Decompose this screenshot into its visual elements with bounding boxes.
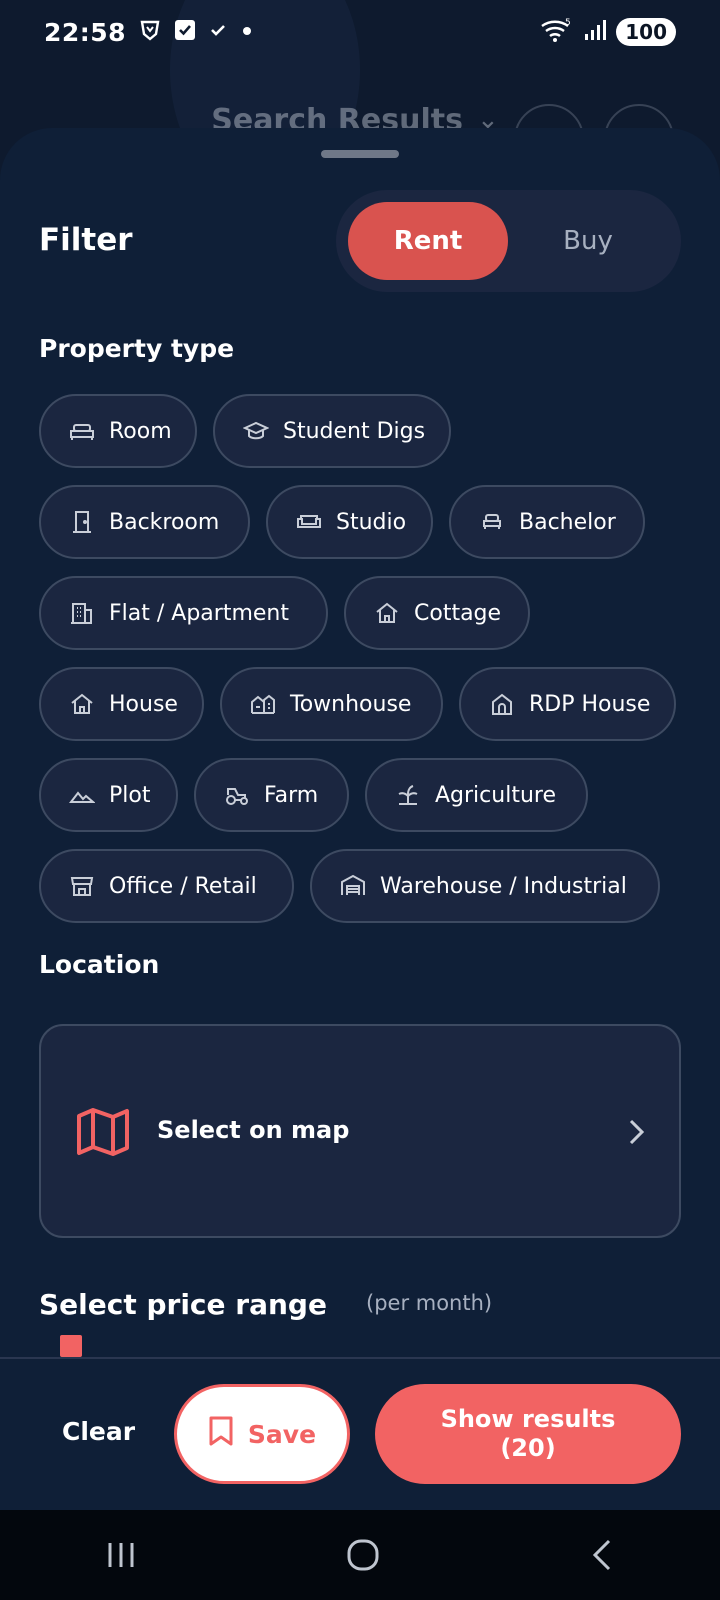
property-chip-plot[interactable]: Plot [39, 758, 178, 832]
property-chip-warehouse-industrial[interactable]: Warehouse / Industrial [310, 849, 660, 923]
navigation-bar [0, 1510, 720, 1600]
plant-icon [395, 782, 421, 808]
chip-label: Agriculture [435, 782, 556, 808]
property-chip-house[interactable]: House [39, 667, 204, 741]
status-bar: 22:58 5 100 [0, 0, 720, 64]
chip-label: Room [109, 418, 172, 444]
back-icon[interactable] [589, 1538, 615, 1572]
filter-sheet: Filter Rent Buy Property type Room Stude… [0, 128, 720, 1510]
battery-indicator: 100 [616, 18, 676, 46]
check-icon [208, 20, 228, 44]
property-chip-student-digs[interactable]: Student Digs [213, 394, 451, 468]
chevron-right-icon [621, 1115, 651, 1149]
door-icon [69, 509, 95, 535]
price-range-unit: (per month) [366, 1291, 493, 1315]
chip-label: Warehouse / Industrial [380, 873, 627, 899]
status-time: 22:58 [44, 17, 127, 47]
home-icon[interactable] [346, 1538, 380, 1572]
chip-label: RDP House [529, 691, 651, 717]
wifi-icon: 5 [540, 17, 574, 47]
chip-label: Plot [109, 782, 151, 808]
action-bar: Clear Save Show results (20) [0, 1360, 720, 1510]
rdp-house-icon [489, 691, 515, 717]
chip-label: Studio [336, 509, 407, 535]
graduation-cap-icon [243, 418, 269, 444]
select-on-map-card[interactable]: Select on map [39, 1024, 681, 1238]
checkbox-icon [174, 19, 196, 45]
property-chip-studio[interactable]: Studio [266, 485, 433, 559]
tractor-icon [224, 782, 250, 808]
recent-apps-icon[interactable] [105, 1540, 137, 1570]
property-type-options: Room Student Digs Backroom Studio Bachel… [39, 394, 689, 940]
property-chip-flat-apartment[interactable]: Flat / Apartment [39, 576, 328, 650]
property-chip-townhouse[interactable]: Townhouse [220, 667, 443, 741]
save-button[interactable]: Save [174, 1384, 350, 1484]
show-results-button[interactable]: Show results (20) [375, 1384, 681, 1484]
cottage-icon [374, 600, 400, 626]
property-chip-farm[interactable]: Farm [194, 758, 349, 832]
chip-label: Townhouse [290, 691, 412, 717]
clear-button[interactable]: Clear [62, 1417, 135, 1446]
chip-label: Student Digs [283, 418, 426, 444]
chip-label: Bachelor [519, 509, 616, 535]
bed-icon [69, 418, 95, 444]
property-chip-room[interactable]: Room [39, 394, 197, 468]
rent-toggle-button[interactable]: Rent [348, 202, 508, 280]
map-icon [75, 1104, 131, 1160]
house-icon [69, 691, 95, 717]
svg-text:5: 5 [565, 18, 571, 28]
chip-label: Cottage [414, 600, 502, 626]
select-on-map-label: Select on map [157, 1116, 350, 1144]
filter-title: Filter [39, 222, 133, 258]
signal-icon [584, 19, 607, 45]
rent-buy-toggle: Rent Buy [336, 190, 681, 292]
landscape-icon [69, 782, 95, 808]
dot-icon [240, 23, 254, 42]
townhouse-icon [250, 691, 276, 717]
property-chip-cottage[interactable]: Cottage [344, 576, 530, 650]
property-type-title: Property type [39, 334, 235, 363]
divider [0, 1357, 720, 1359]
price-range-title: Select price range [39, 1288, 327, 1321]
location-title: Location [39, 950, 160, 979]
chip-label: Backroom [109, 509, 220, 535]
bookmark-icon [208, 1415, 234, 1453]
save-label: Save [247, 1419, 317, 1449]
property-chip-agriculture[interactable]: Agriculture [365, 758, 588, 832]
store-icon [69, 873, 95, 899]
building-icon [69, 600, 95, 626]
brave-icon [138, 18, 162, 46]
chip-label: Office / Retail [109, 873, 257, 899]
property-chip-rdp-house[interactable]: RDP House [459, 667, 676, 741]
single-bed-icon [479, 509, 505, 535]
chip-label: Farm [264, 782, 319, 808]
chip-label: House [109, 691, 178, 717]
show-results-label: Show results [440, 1405, 616, 1433]
buy-toggle-button[interactable]: Buy [508, 202, 668, 280]
property-chip-office-retail[interactable]: Office / Retail [39, 849, 294, 923]
property-chip-bachelor[interactable]: Bachelor [449, 485, 645, 559]
warehouse-icon [340, 873, 366, 899]
sofa-icon [296, 509, 322, 535]
property-chip-backroom[interactable]: Backroom [39, 485, 250, 559]
drag-handle[interactable] [321, 150, 399, 158]
price-slider-handle[interactable] [60, 1335, 82, 1357]
results-count: (20) [500, 1434, 556, 1462]
chip-label: Flat / Apartment [109, 600, 289, 626]
